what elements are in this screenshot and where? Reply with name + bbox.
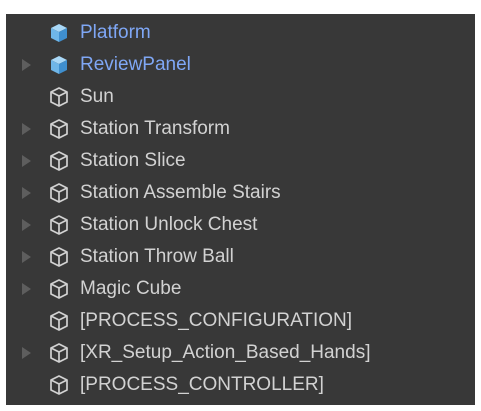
hierarchy-item[interactable]: [PROCESS_CONTROLLER] [6,369,475,401]
hierarchy-item[interactable]: ReviewPanel [6,49,475,81]
foldout-arrow-icon[interactable] [22,155,31,167]
hierarchy-item-label: Station Slice [80,150,186,171]
gameobject-icon [50,279,68,299]
hierarchy-panel: Platform ReviewPanel Sun Station Transform S… [6,14,475,405]
gameobject-icon [50,343,68,363]
prefab-icon [51,56,67,74]
gameobject-icon [50,183,68,203]
gameobject-icon [50,119,68,139]
hierarchy-item[interactable]: [PROCESS_CONFIGURATION] [6,305,475,337]
prefab-icon [51,24,67,42]
hierarchy-item-label: [PROCESS_CONFIGURATION] [80,310,353,331]
hierarchy-item[interactable]: Platform [6,17,475,49]
foldout-arrow-icon[interactable] [22,187,31,199]
hierarchy-item-label: Magic Cube [80,278,182,299]
gameobject-icon [50,311,68,331]
foldout-arrow-icon[interactable] [22,219,31,231]
hierarchy-item[interactable]: Station Assemble Stairs [6,177,475,209]
hierarchy-item-label: Station Throw Ball [80,246,234,267]
hierarchy-item[interactable]: Station Unlock Chest [6,209,475,241]
hierarchy-item[interactable]: Station Throw Ball [6,241,475,273]
hierarchy-item-label: ReviewPanel [80,54,191,75]
foldout-arrow-icon[interactable] [22,123,31,135]
foldout-arrow-icon[interactable] [22,251,31,263]
hierarchy-item[interactable]: Magic Cube [6,273,475,305]
foldout-arrow-icon[interactable] [22,283,31,295]
hierarchy-item[interactable]: Station Transform [6,113,475,145]
gameobject-icon [50,151,68,171]
gameobject-icon [50,215,68,235]
foldout-arrow-icon[interactable] [22,59,31,71]
hierarchy-item-label: [PROCESS_CONTROLLER] [80,374,324,395]
gameobject-icon [50,375,68,395]
hierarchy-item-label: [XR_Setup_Action_Based_Hands] [80,342,371,363]
hierarchy-item[interactable]: [XR_Setup_Action_Based_Hands] [6,337,475,369]
hierarchy-item-label: Station Transform [80,118,230,139]
hierarchy-item-label: Sun [80,86,114,107]
hierarchy-item-label: Station Assemble Stairs [80,182,281,203]
gameobject-icon [50,87,68,107]
foldout-arrow-icon[interactable] [22,347,31,359]
hierarchy-item-label: Platform [80,22,151,43]
hierarchy-item[interactable]: Sun [6,81,475,113]
gameobject-icon [50,247,68,267]
hierarchy-item[interactable]: Station Slice [6,145,475,177]
hierarchy-item-label: Station Unlock Chest [80,214,258,235]
